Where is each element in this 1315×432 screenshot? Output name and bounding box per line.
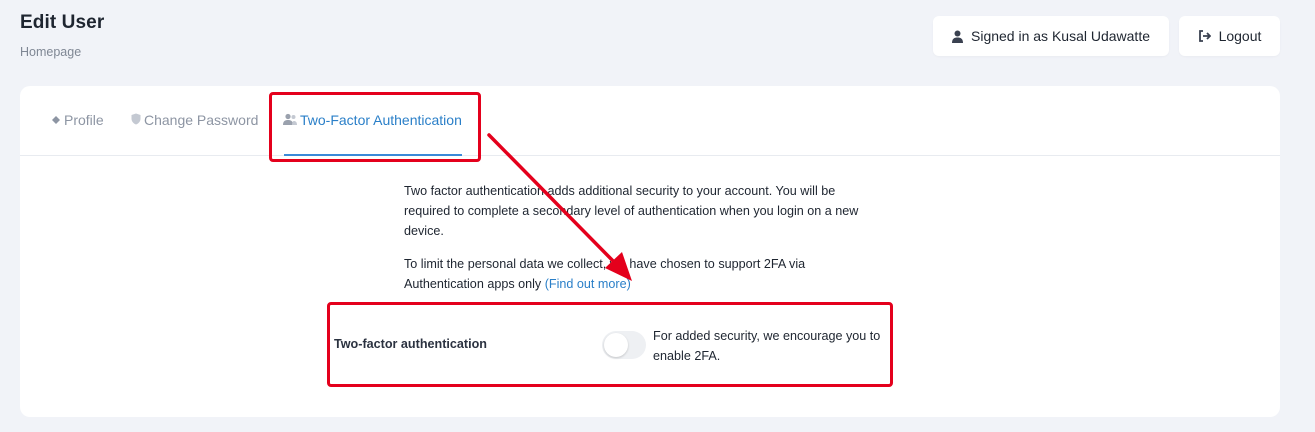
page-title: Edit User xyxy=(20,12,105,33)
logout-button[interactable]: Logout xyxy=(1179,16,1280,56)
tab-change-password[interactable]: Change Password xyxy=(131,112,258,128)
tfa-toggle[interactable] xyxy=(602,331,646,359)
toggle-knob xyxy=(604,333,628,357)
active-tab-indicator xyxy=(284,154,462,156)
tfa-toggle-description: For added security, we encourage you to … xyxy=(653,329,881,363)
tfa-description: Two factor authentication adds additiona… xyxy=(404,181,884,307)
signed-in-label: Signed in as Kusal Udawatte xyxy=(971,28,1150,44)
tfa-data-text: To limit the personal data we collect, w… xyxy=(404,254,884,294)
tab-two-factor[interactable]: Two-Factor Authentication xyxy=(283,112,462,128)
diamond-icon xyxy=(51,112,61,128)
tab-label: Profile xyxy=(64,112,104,128)
user-icon xyxy=(952,30,963,43)
find-out-more-link[interactable]: (Find out more) xyxy=(545,277,631,291)
tab-label: Two-Factor Authentication xyxy=(300,112,462,128)
logout-label: Logout xyxy=(1218,28,1262,44)
signed-in-button[interactable]: Signed in as Kusal Udawatte xyxy=(933,16,1169,56)
logout-icon xyxy=(1198,30,1211,42)
page-header: Edit User Homepage xyxy=(20,12,104,59)
tab-label: Change Password xyxy=(144,112,259,128)
settings-card: Profile Change Password Two-Factor Authe… xyxy=(20,86,1280,417)
tfa-setting-label: Two-factor authentication xyxy=(334,337,487,351)
tab-profile[interactable]: Profile xyxy=(51,112,104,128)
tfa-intro-text: Two factor authentication adds additiona… xyxy=(404,184,859,238)
users-icon xyxy=(283,112,297,128)
tab-bar: Profile Change Password Two-Factor Authe… xyxy=(20,86,1280,156)
breadcrumb: Homepage xyxy=(20,45,82,59)
shield-icon xyxy=(131,112,141,128)
